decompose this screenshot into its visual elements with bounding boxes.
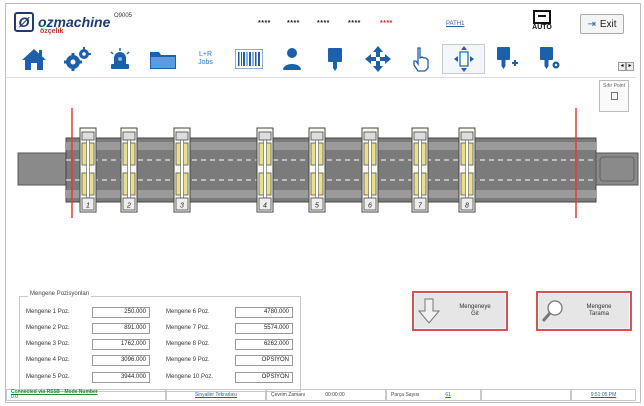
go-to-clamps-label: Mengeneye Git — [459, 304, 491, 317]
scan-clamps-label: Mengene Tarama — [586, 304, 612, 317]
folder-button[interactable] — [141, 44, 184, 74]
logo-mark-icon: Ø — [14, 12, 34, 32]
toolbar-scroll: ◂ ▸ — [618, 62, 634, 71]
cycle-time-value: 00:00:00 — [325, 392, 345, 398]
user-icon — [282, 48, 301, 70]
zero-point-button[interactable]: Sıfır Point — [599, 80, 629, 112]
clamp-10-value: OPSİYON — [235, 372, 293, 383]
manual-button[interactable] — [399, 44, 442, 74]
clamp-6-label: Mengene 6 Poz. — [166, 309, 210, 315]
auto-mode-icon — [533, 10, 551, 24]
user-button[interactable] — [270, 44, 313, 74]
go-to-clamps-button[interactable]: Mengeneye Git — [412, 291, 508, 331]
clamp-6-value: 4780.000 — [235, 307, 293, 318]
clamp-4-label: Mengene 4 Poz. — [26, 357, 70, 363]
arrow-down-icon — [414, 298, 444, 324]
jog-button[interactable] — [356, 44, 399, 74]
barcode-button[interactable] — [227, 44, 270, 74]
part-count-value: 61 — [445, 392, 451, 398]
exit-label: Exit — [599, 18, 617, 30]
connection-status-sub: 0.0 — [11, 394, 18, 400]
clamp-2-label: Mengene 2 Poz. — [26, 325, 70, 331]
exit-button[interactable]: ⇥ Exit — [580, 14, 624, 34]
clamp-center-icon — [453, 46, 474, 72]
auto-mode-button[interactable]: AUTO — [528, 10, 556, 40]
clamp-10-label: Mengene 10 Poz. — [166, 374, 214, 380]
folder-icon — [149, 52, 176, 69]
scroll-right-icon[interactable]: ▸ — [626, 62, 634, 71]
clamp-positions-title: Mengene Pozisyonları — [28, 291, 92, 297]
alarm-button[interactable] — [98, 44, 141, 74]
password-mask-2: **** — [287, 20, 300, 27]
barcode-icon — [234, 49, 263, 69]
exit-icon: ⇥ — [587, 18, 596, 30]
password-mask-3: **** — [317, 20, 330, 27]
clock-time: 9:51:05 PM — [590, 392, 617, 398]
clamp-9-value: OPSİYON — [235, 355, 293, 366]
status-bar: Connected via RS5B - Mode Number 0.0 Sin… — [6, 389, 636, 401]
clamp-8-label: Mengene 8 Poz. — [166, 341, 210, 347]
jobs-icon: L+R Jobs — [198, 51, 213, 66]
part-count-label: Parça Sayısı — [391, 392, 420, 398]
clamp-8-value: 6262.000 — [235, 339, 293, 350]
connection-status-text: Connected via RS5B - Mode Number — [11, 389, 98, 395]
clamp-3-value: 1762.000 — [92, 339, 150, 350]
gears-icon — [63, 47, 91, 71]
scan-clamps-button[interactable]: Mengene Tarama — [536, 291, 632, 331]
spindle-settings-button[interactable] — [528, 44, 571, 74]
cycle-time-cell: Çevrim Zamanı 00:00:00 — [266, 389, 386, 401]
jobs-button[interactable]: L+R Jobs — [184, 44, 227, 74]
hand-pointer-icon — [412, 47, 429, 72]
zero-point-label: Sıfır Point — [603, 83, 625, 89]
clamp-7-value: 5574.000 — [235, 323, 293, 334]
spindle-button[interactable] — [313, 44, 356, 74]
spindle-add-button[interactable] — [485, 44, 528, 74]
magnifier-icon — [538, 299, 568, 323]
settings-button[interactable] — [55, 44, 98, 74]
signals-cell: Sinyaller Tekrarlası — [166, 389, 266, 401]
auto-mode-label: AUTO — [532, 24, 552, 31]
password-mask-alert: **** — [380, 20, 393, 27]
clock-cell: 9:51:05 PM — [571, 389, 636, 401]
signals-link[interactable]: Sinyaller Tekrarlası — [195, 392, 237, 398]
toolbar: L+R Jobs — [12, 44, 571, 74]
spindle-settings-icon — [539, 47, 559, 69]
clamp-4-value: 3096.000 — [92, 355, 150, 366]
clamp-positions-panel: Mengene Pozisyonları Mengene 1 Poz. 250.… — [19, 291, 301, 392]
status-spacer — [481, 389, 571, 401]
toolbar-divider — [6, 77, 636, 78]
home-icon — [21, 49, 46, 70]
spindle-add-icon — [496, 47, 518, 69]
move-arrows-icon — [364, 46, 391, 72]
clamp-5-value: 3944.000 — [92, 372, 150, 383]
clamp-1-label: Mengene 1 Poz. — [26, 309, 70, 315]
cycle-time-label: Çevrim Zamanı — [271, 392, 306, 398]
password-mask-1: **** — [258, 20, 271, 27]
alarm-light-icon — [109, 48, 130, 69]
password-mask-4: **** — [348, 20, 361, 27]
part-count-cell: Parça Sayısı 61 — [386, 389, 481, 401]
machine-code: O9005 — [114, 13, 133, 19]
brand-sub: özçelik — [40, 28, 64, 35]
connection-status: Connected via RS5B - Mode Number 0.0 — [6, 389, 166, 401]
scroll-left-icon[interactable]: ◂ — [618, 62, 626, 71]
clamp-9-label: Mengene 9 Poz. — [166, 357, 210, 363]
spindle-icon — [327, 48, 342, 71]
clamp-button[interactable] — [442, 44, 485, 74]
clamp-5-label: Mengene 5 Poz. — [26, 374, 70, 380]
clamp-3-label: Mengene 3 Poz. — [26, 341, 70, 347]
clamp-1-value: 250.000 — [92, 307, 150, 318]
clamp-2-value: 891.000 — [92, 323, 150, 334]
home-button[interactable] — [12, 44, 55, 74]
clamp-7-label: Mengene 7 Poz. — [166, 325, 210, 331]
path-link[interactable]: PATH1 — [446, 21, 464, 27]
zero-point-checkbox — [610, 92, 618, 100]
